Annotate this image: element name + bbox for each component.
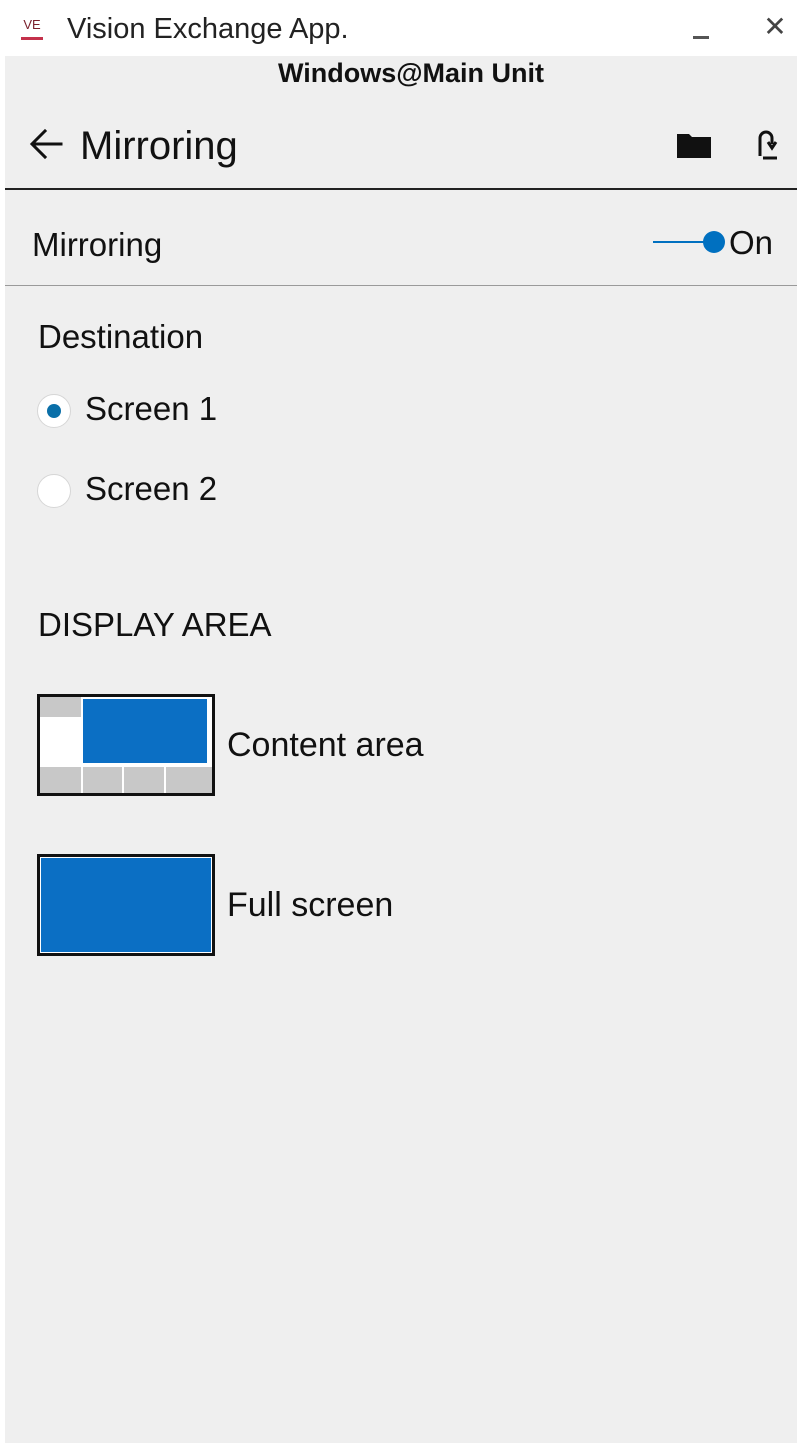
- toggle-state-label: On: [729, 224, 774, 261]
- full-screen-label: Full screen: [227, 886, 394, 924]
- radio-button-checked[interactable]: [37, 394, 71, 428]
- mirroring-toggle[interactable]: On: [653, 224, 793, 264]
- refresh-icon[interactable]: [751, 126, 781, 164]
- toggle-track: [653, 241, 705, 243]
- content-area-thumbnail-icon[interactable]: [37, 694, 215, 796]
- page-header: Mirroring: [5, 110, 797, 190]
- radio-button-unchecked[interactable]: [37, 474, 71, 508]
- back-arrow-icon[interactable]: [27, 124, 67, 164]
- radio-screen-1[interactable]: Screen 1: [37, 390, 437, 434]
- app-logo-icon: VE: [17, 16, 47, 42]
- title-bar: VE Vision Exchange App. ✕: [5, 0, 797, 56]
- content-area-label: Content area: [227, 726, 424, 764]
- device-label: Windows@Main Unit: [277, 58, 545, 88]
- page-title: Mirroring: [80, 124, 238, 168]
- mirroring-label: Mirroring: [32, 226, 163, 263]
- folder-icon[interactable]: [675, 130, 713, 160]
- mirroring-row: Mirroring On: [5, 192, 797, 286]
- radio-label: Screen 2: [85, 470, 218, 507]
- display-area-heading: DISPLAY AREA: [38, 606, 272, 643]
- destination-heading: Destination: [38, 318, 204, 355]
- close-button[interactable]: ✕: [759, 10, 791, 44]
- full-screen-thumbnail-icon[interactable]: [37, 854, 215, 956]
- minimize-button[interactable]: [693, 36, 709, 39]
- radio-label: Screen 1: [85, 390, 218, 427]
- display-option-content-area[interactable]: Content area: [37, 694, 537, 798]
- app-window: VE Vision Exchange App. ✕ Windows@Main U…: [0, 0, 797, 1443]
- window-title: Vision Exchange App.: [67, 13, 349, 45]
- toggle-knob: [703, 231, 725, 253]
- radio-screen-2[interactable]: Screen 2: [37, 470, 437, 514]
- display-option-full-screen[interactable]: Full screen: [37, 854, 537, 958]
